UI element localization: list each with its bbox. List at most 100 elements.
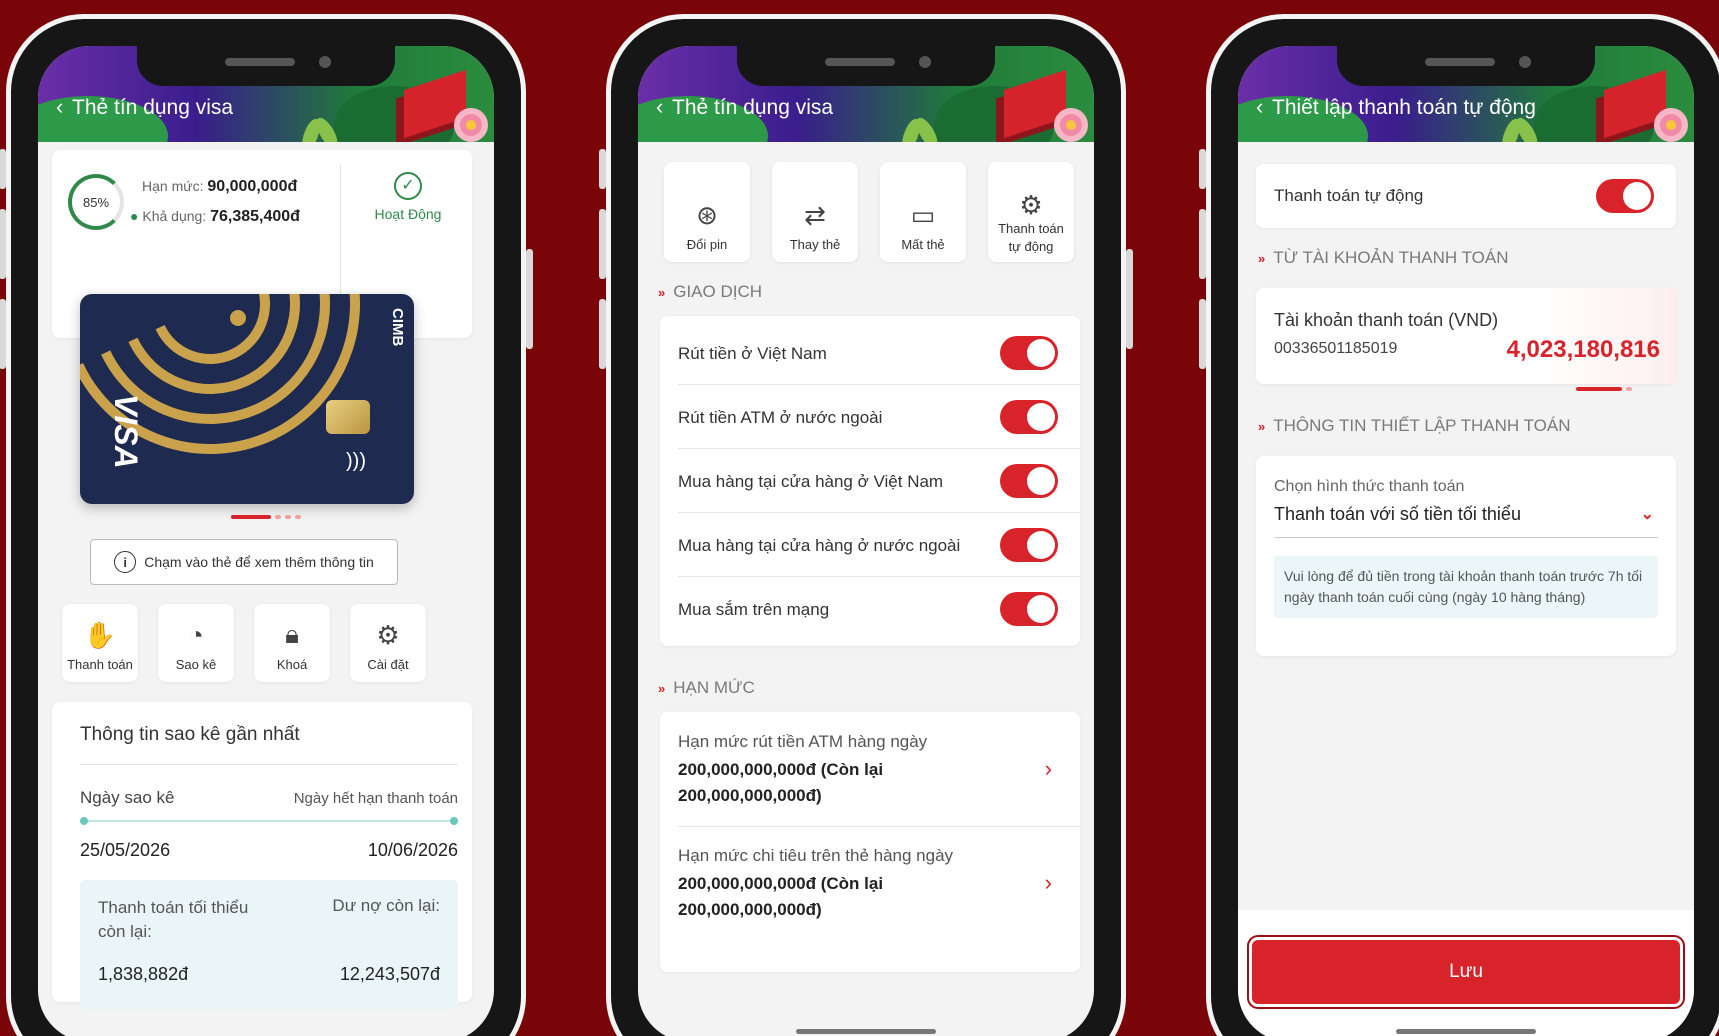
- phone-side-button: [599, 149, 606, 189]
- limit-row-value: 200,000,000,000đ (Còn lại: [678, 874, 884, 893]
- action-label: Khoá: [276, 657, 308, 672]
- setup-section-header: » THÔNG TIN THIẾT LẬP THANH TOÁN: [1258, 416, 1571, 436]
- auto-payment-label: Thanh toán tự động: [1274, 186, 1424, 205]
- foreign-store-toggle[interactable]: [1000, 528, 1058, 562]
- action-payment-button[interactable]: ✋ Thanh toán: [62, 604, 138, 682]
- phone-side-button: [0, 209, 6, 279]
- card-status: Hoạt Động: [374, 206, 442, 222]
- latest-statement-panel: Thông tin sao kê gần nhất Ngày sao kê Ng…: [52, 702, 472, 1010]
- action-settings-button[interactable]: ⚙ Cài đặt: [350, 604, 426, 682]
- transaction-toggles-panel: Rút tiền ở Việt Nam Rút tiền ATM ở nước …: [660, 316, 1080, 646]
- phone-frame-card-overview: ‹ Thẻ tín dụng visa 85% Hạn mức: 90,000,…: [0, 14, 533, 1036]
- lost-card-button[interactable]: ▭ Mất thẻ: [880, 162, 966, 262]
- page-title: Thẻ tín dụng visa: [672, 96, 834, 119]
- phone-side-button: [0, 299, 6, 369]
- payment-summary-box: Thanh toán tối thiểu còn lại: Dư nợ còn …: [80, 880, 458, 1010]
- limit-value: 90,000,000đ: [207, 178, 298, 195]
- auto-payment-toggle[interactable]: [1596, 179, 1654, 213]
- payment-method-select[interactable]: Thanh toán với số tiền tối thiểu ⌄: [1274, 504, 1658, 538]
- quick-action-label: Mất thẻ: [901, 237, 945, 252]
- phone-side-button: [0, 149, 6, 189]
- toggle-label: Mua hàng tại cửa hàng ở Việt Nam: [678, 472, 944, 491]
- double-chevron-icon: »: [1258, 250, 1266, 266]
- home-indicator: [1396, 1029, 1536, 1034]
- limit-row-remaining: 200,000,000,000đ): [678, 900, 822, 919]
- section-title: HẠN MỨC: [673, 678, 755, 697]
- limit-row-label: Hạn mức chi tiêu trên thẻ hàng ngày: [678, 846, 954, 865]
- phone-side-button: [1199, 149, 1206, 189]
- bank-logo: CIMB: [389, 308, 406, 347]
- back-arrow-icon[interactable]: ‹: [656, 94, 663, 120]
- action-label: Cài đặt: [367, 657, 409, 672]
- toggle-label: Mua sắm trên mạng: [678, 600, 830, 619]
- card-carousel-dots: [38, 515, 494, 519]
- phone-side-button: [599, 299, 606, 369]
- statement-date-label: Ngày sao kê: [80, 788, 175, 807]
- spending-daily-limit-row[interactable]: Hạn mức chi tiêu trên thẻ hàng ngày 200,…: [660, 826, 1080, 940]
- screen: ‹ Thiết lập thanh toán tự động Thanh toá…: [1238, 46, 1694, 1036]
- screen: ‹ Thẻ tín dụng visa 85% Hạn mức: 90,000,…: [38, 46, 494, 1036]
- auto-payment-button[interactable]: ⚙ Thanh toán tự động: [988, 162, 1074, 262]
- card-chip: [326, 400, 370, 434]
- available-dot-icon: ●: [130, 208, 139, 224]
- online-shopping-toggle[interactable]: [1000, 592, 1058, 626]
- foreign-atm-toggle[interactable]: [1000, 400, 1058, 434]
- payment-method-label: Chọn hình thức thanh toán: [1274, 478, 1465, 495]
- change-pin-button[interactable]: ⊛ Đổi pin: [664, 162, 750, 262]
- chevron-down-icon: ⌄: [1640, 506, 1654, 523]
- replace-card-icon: ⇄: [804, 200, 826, 230]
- visa-logo: VISA: [108, 394, 144, 469]
- payment-account-card[interactable]: Tài khoản thanh toán (VND) 0033650118501…: [1256, 288, 1676, 384]
- limits-panel: Hạn mức rút tiền ATM hàng ngày 200,000,0…: [660, 712, 1080, 972]
- chevron-right-icon: ›: [1044, 756, 1052, 781]
- balance-value: 12,243,507đ: [339, 964, 440, 984]
- card-info-hint[interactable]: i Chạm vào thẻ để xem thêm thông tin: [90, 539, 398, 585]
- back-arrow-icon[interactable]: ‹: [56, 94, 63, 120]
- limits-section-header: » HẠN MỨC: [658, 678, 755, 698]
- credit-card-image[interactable]: CIMB ))) VISA: [80, 294, 414, 504]
- statement-title: Thông tin sao kê gần nhất: [80, 724, 300, 745]
- notch: [1337, 46, 1595, 86]
- payment-notice: Vui lòng để đủ tiền trong tài khoản than…: [1274, 556, 1658, 618]
- save-button[interactable]: Lưu: [1252, 940, 1680, 1004]
- due-date-label: Ngày hết hạn thanh toán: [293, 790, 458, 807]
- action-label: Thanh toán: [67, 657, 133, 672]
- payment-method-value: Thanh toán với số tiền tối thiểu: [1274, 504, 1521, 524]
- atm-daily-limit-row[interactable]: Hạn mức rút tiền ATM hàng ngày 200,000,0…: [660, 712, 1080, 826]
- timeline-line: [82, 820, 456, 822]
- action-statement-button[interactable]: ◔ Sao kê: [158, 604, 234, 682]
- home-indicator: [796, 1029, 936, 1034]
- section-title: TỪ TÀI KHOẢN THANH TOÁN: [1273, 248, 1509, 267]
- notch: [737, 46, 995, 86]
- phone-frame-auto-payment: ‹ Thiết lập thanh toán tự động Thanh toá…: [1199, 14, 1719, 1036]
- phone-side-button: [1126, 249, 1133, 349]
- toggle-label: Mua hàng tại cửa hàng ở nước ngoài: [678, 536, 961, 555]
- replace-card-button[interactable]: ⇄ Thay thẻ: [772, 162, 858, 262]
- lock-icon: 🔒︎: [285, 619, 299, 649]
- action-lock-button[interactable]: 🔒︎ Khoá: [254, 604, 330, 682]
- back-arrow-icon[interactable]: ‹: [1256, 94, 1263, 120]
- auto-payment-toggle-row: Thanh toán tự động: [1256, 164, 1676, 228]
- usage-percent: 85%: [82, 194, 110, 210]
- statement-date: 25/05/2026: [80, 840, 171, 860]
- decor-flower: [1054, 108, 1088, 142]
- decor-flower: [1654, 108, 1688, 142]
- page-title: Thiết lập thanh toán tự động: [1272, 96, 1536, 119]
- payment-setup-panel: Chọn hình thức thanh toán Thanh toán với…: [1256, 456, 1676, 656]
- limit-row-label: Hạn mức rút tiền ATM hàng ngày: [678, 732, 928, 751]
- domestic-withdrawal-toggle[interactable]: [1000, 336, 1058, 370]
- min-payment-value: 1,838,882đ: [98, 964, 189, 984]
- usage-ring: 85%: [68, 174, 124, 230]
- domestic-store-toggle[interactable]: [1000, 464, 1058, 498]
- double-chevron-icon: »: [658, 680, 666, 696]
- payment-icon: ✋: [83, 620, 117, 650]
- phone-side-button: [599, 209, 606, 279]
- auto-payment-icon: ⚙: [1019, 190, 1043, 220]
- hint-text: Chạm vào thẻ để xem thêm thông tin: [144, 554, 374, 570]
- screen: ‹ Thẻ tín dụng visa ⊛ Đổi pin ⇄ Thay thẻ…: [638, 46, 1094, 1036]
- decor-flower: [454, 108, 488, 142]
- phone-side-button: [1199, 209, 1206, 279]
- from-account-section-header: » TỪ TÀI KHOẢN THANH TOÁN: [1258, 248, 1508, 268]
- due-date: 10/06/2026: [367, 840, 458, 860]
- transactions-section-header: » GIAO DỊCH: [658, 282, 762, 302]
